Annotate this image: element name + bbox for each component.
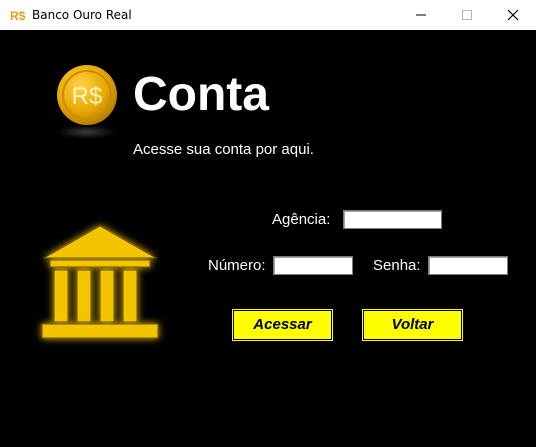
page-title: Conta [133,68,269,121]
acessar-button[interactable]: Acessar [233,310,332,340]
title-bar[interactable]: R$ Banco Ouro Real [0,0,536,30]
senha-label: Senha: [373,257,421,274]
window-title: Banco Ouro Real [32,8,132,22]
maximize-button[interactable] [444,0,490,30]
agencia-label: Agência: [272,211,331,228]
senha-field[interactable] [428,256,508,275]
agencia-field[interactable] [343,210,442,229]
page-subtitle: Acesse sua conta por aqui. [133,141,314,158]
close-button[interactable] [490,0,536,30]
main-content: R$ Conta Acesse sua conta por aqui. Agên… [0,30,536,447]
minimize-button[interactable] [398,0,444,30]
svg-text:R$: R$ [72,83,103,110]
minimize-icon [416,14,426,16]
svg-text:R$: R$ [10,9,26,22]
rs-currency-icon: R$ [10,8,26,23]
numero-field[interactable] [273,256,353,275]
voltar-button[interactable]: Voltar [363,310,462,340]
bank-building-icon [30,218,170,358]
coin-icon: R$ [52,60,122,144]
maximize-icon [462,10,472,20]
app-window: R$ Banco Ouro Real R$ Conta Acesse sua c… [0,0,536,447]
numero-label: Número: [208,257,266,274]
close-icon [507,9,519,21]
